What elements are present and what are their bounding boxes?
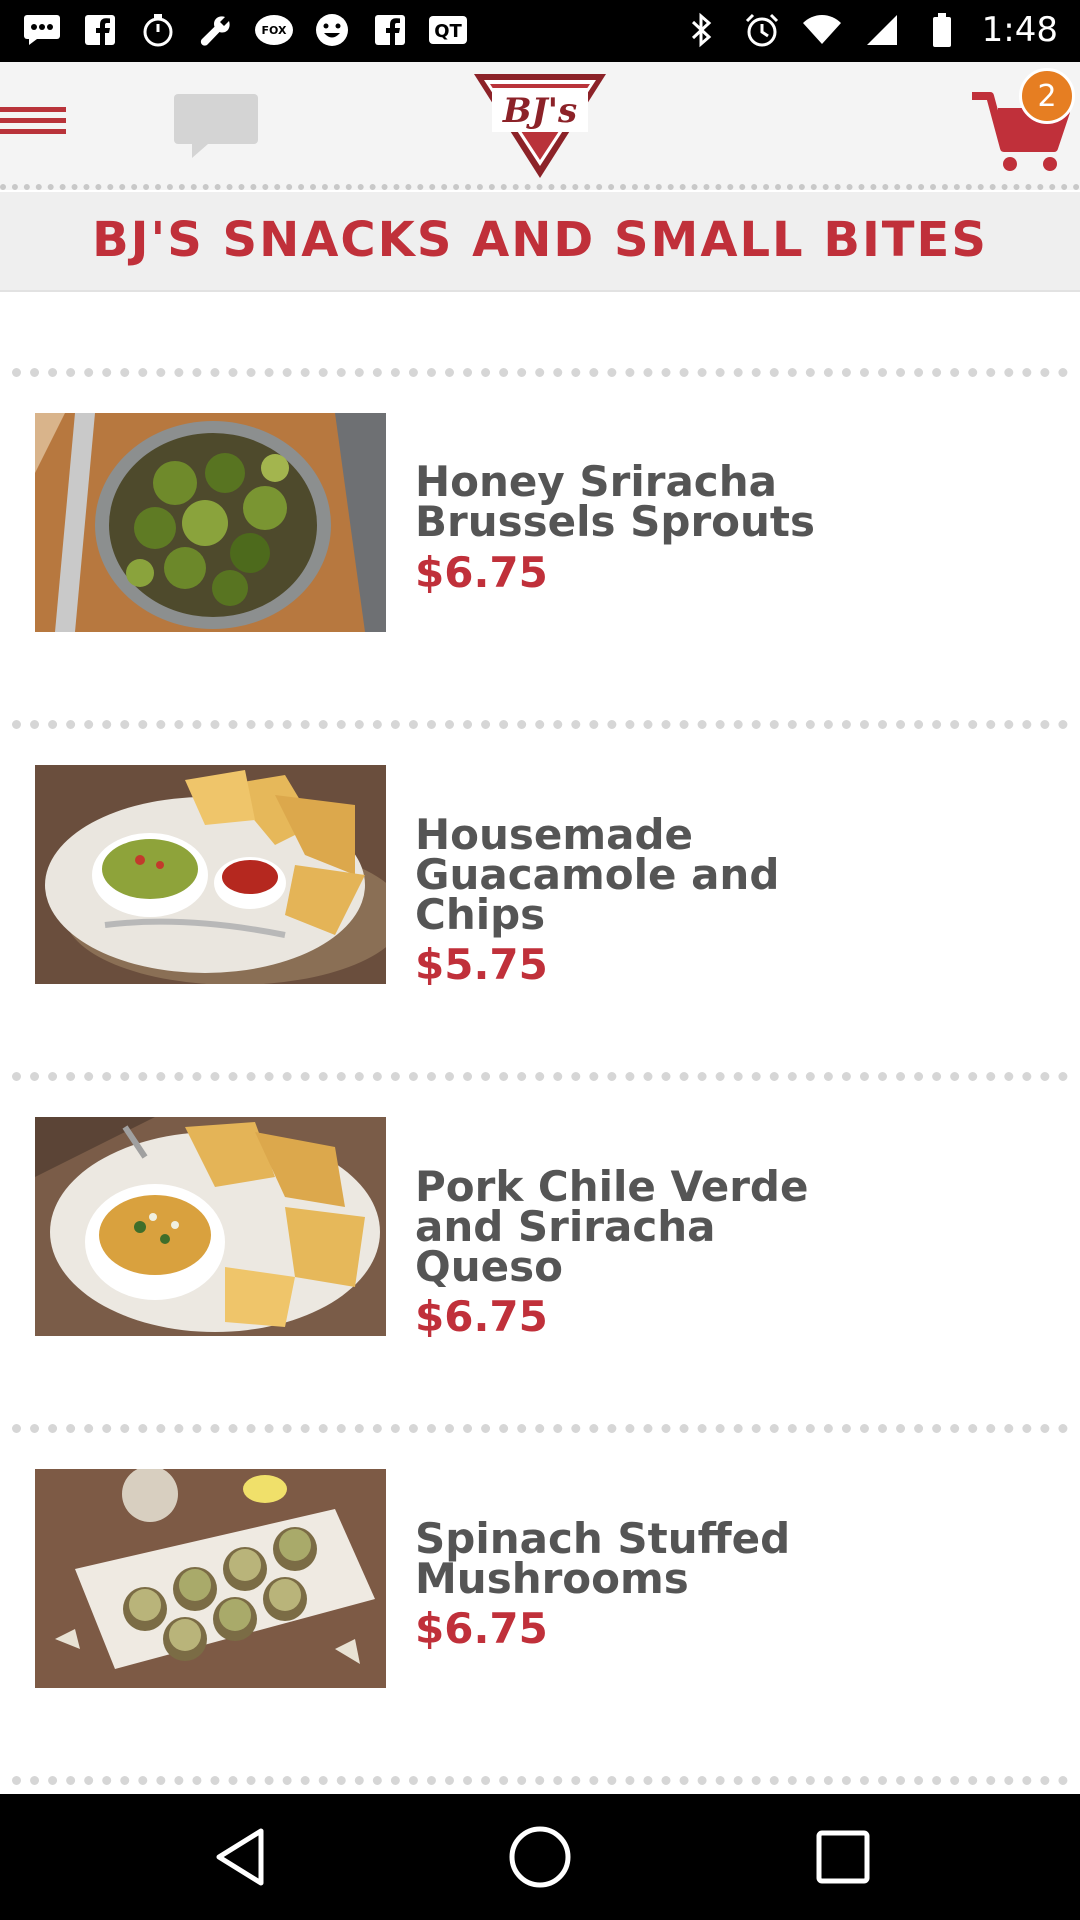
menu-item-name-line: Mushrooms [415, 1554, 689, 1603]
guacamole-chips-photo[interactable] [35, 765, 386, 984]
bjs-shield-logo: BJ's [474, 74, 606, 178]
menu-item-name-line: Queso [415, 1242, 563, 1291]
smiley-icon [312, 10, 352, 50]
chat-button[interactable] [172, 92, 262, 162]
category-header: BJ'S SNACKS AND SMALL BITES [0, 192, 1080, 292]
recents-button[interactable] [798, 1814, 888, 1900]
item-divider [12, 720, 1068, 730]
menu-item-name-line: Honey Sriracha [415, 457, 777, 506]
menu-item-name: Pork Chile Verde and Sriracha Queso [415, 1162, 855, 1291]
menu-item-name-line: and Sriracha [415, 1202, 716, 1251]
item-divider [12, 1776, 1068, 1786]
logo-text: BJ's [502, 91, 577, 131]
alarm-icon [742, 10, 782, 50]
header-divider [0, 184, 1080, 192]
wifi-icon [802, 10, 842, 50]
chat-bubble-icon [22, 10, 62, 50]
app-header: BJ's [0, 62, 1080, 190]
menu-bar-icon [0, 129, 66, 134]
timer-icon [138, 10, 178, 50]
signal-icon [862, 10, 902, 50]
recents-icon [816, 1830, 870, 1884]
notification-icons: FOX QT [22, 10, 468, 50]
wrench-icon [196, 10, 236, 50]
item-divider [12, 1424, 1068, 1434]
menu-item-name-line: Chips [415, 890, 546, 939]
back-icon [216, 1828, 264, 1886]
chat-bubble-icon [174, 94, 258, 158]
menu-item-name-line: Guacamole and [415, 850, 780, 899]
status-bar: FOX QT 1:48 [0, 0, 1080, 62]
back-button[interactable] [196, 1814, 286, 1900]
menu-item-name-line: Housemade [415, 810, 694, 859]
bluetooth-icon [682, 10, 722, 50]
qt-icon: QT [428, 10, 468, 50]
menu-item-price: $6.75 [415, 1292, 548, 1341]
menu-bar-icon [0, 107, 66, 112]
menu-item-name-line: Pork Chile Verde [415, 1162, 809, 1211]
menu-item-name-line: Spinach Stuffed [415, 1514, 791, 1563]
menu-item-price: $5.75 [415, 940, 548, 989]
brussels-sprouts-photo[interactable] [35, 413, 386, 632]
facebook-icon [370, 10, 410, 50]
home-icon [509, 1826, 571, 1888]
status-time: 1:48 [981, 10, 1058, 50]
category-title: BJ'S SNACKS AND SMALL BITES [92, 212, 988, 268]
menu-item-name: Housemade Guacamole and Chips [415, 810, 855, 939]
fox-sports-label: FOX [262, 24, 287, 37]
system-nav-bar [0, 1794, 1080, 1920]
cart-count-badge: 2 [1019, 68, 1075, 124]
hamburger-menu-button[interactable] [0, 107, 70, 147]
qt-label: QT [434, 21, 462, 42]
menu-item-name: Spinach Stuffed Mushrooms [415, 1514, 855, 1603]
menu-item-price: $6.75 [415, 548, 548, 597]
menu-item-name: Honey Sriracha Brussels Sprouts [415, 457, 855, 546]
menu-item-name-line: Brussels Sprouts [415, 497, 815, 546]
item-divider [12, 1072, 1068, 1082]
menu-item-price: $6.75 [415, 1604, 548, 1653]
battery-icon [922, 10, 962, 50]
bjs-logo[interactable]: BJ's [470, 70, 610, 182]
item-divider [12, 368, 1068, 378]
home-button[interactable] [495, 1814, 585, 1900]
system-icons: 1:48 [682, 10, 1058, 50]
menu-bar-icon [0, 118, 66, 123]
fox-sports-icon: FOX [254, 10, 294, 50]
queso-chips-photo[interactable] [35, 1117, 386, 1336]
stuffed-mushrooms-photo[interactable] [35, 1469, 386, 1688]
facebook-icon [80, 10, 120, 50]
